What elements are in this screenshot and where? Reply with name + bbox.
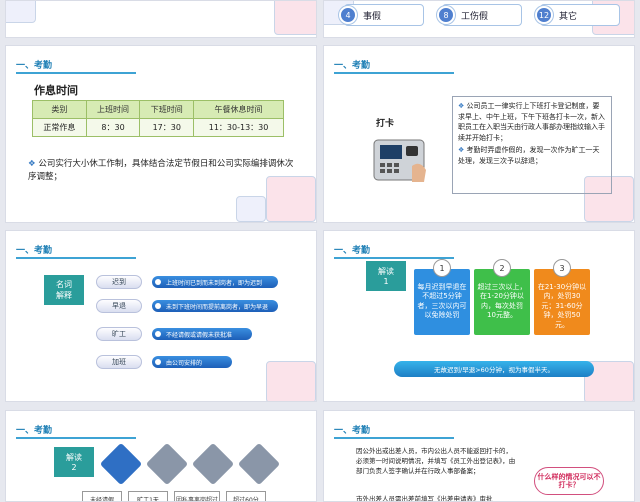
step-diamond bbox=[191, 442, 235, 486]
slide-work-hours[interactable]: 一、考勤 作息时间 类别 上班时间 下班时间 午餐休息时间 正常作息 8：30 … bbox=[5, 45, 317, 223]
step-box: 超过60分 bbox=[226, 491, 266, 501]
number-badge: 4 bbox=[339, 6, 357, 24]
decor-tile bbox=[236, 196, 266, 222]
term-desc-overtime: 由公司安排的 bbox=[152, 356, 232, 368]
slide-top-left[interactable] bbox=[5, 0, 317, 38]
table-header: 午餐休息时间 bbox=[193, 100, 284, 119]
term-overtime[interactable]: 加班 bbox=[96, 355, 142, 369]
category-item-other[interactable]: 12 其它 bbox=[535, 4, 620, 26]
punch-rules-box: 公司员工一律实行上下班打卡登记制度，要求早上、中午上班，下午下班各打卡一次，新入… bbox=[452, 96, 612, 194]
rule-bullet: 公司员工一律实行上下班打卡登记制度，要求早上、中午上班，下午下班各打卡一次，新入… bbox=[458, 101, 606, 143]
section-underline bbox=[16, 437, 136, 439]
interpretation-label-line: 解读 bbox=[66, 453, 82, 462]
trip-paragraph: 因公外出或出差人员，市内公出人员不能返回打卡的，必须第一时间说明情况，并填写《员… bbox=[356, 447, 516, 475]
slide-top-right[interactable]: 4 事假 8 工伤假 12 其它 bbox=[323, 0, 635, 38]
policy-bullet: 公司实行大小休工作制，具体结合法定节假日和公司实际编排调休次序调整； bbox=[28, 158, 298, 184]
table-row: 正常作息 8：30 17：30 11：30-13：30 bbox=[32, 118, 284, 137]
step-box: 未经请假 bbox=[82, 491, 122, 501]
table-header: 上班时间 bbox=[85, 100, 141, 119]
interpretation-label-line: 解读 bbox=[378, 267, 394, 276]
step-diamond bbox=[145, 442, 189, 486]
term-explanation-label: 名词 解释 bbox=[44, 275, 84, 305]
slide-interpretation-1[interactable]: 一、考勤 解读 1 每月迟到早退在不超过5分钟者，三次以内可以免除处罚 超过三次… bbox=[323, 230, 635, 402]
section-underline bbox=[16, 257, 136, 259]
question-cloud: 什么样的情况可以不打卡？ bbox=[534, 467, 604, 495]
table-cell: 正常作息 bbox=[32, 118, 87, 137]
table-cell: 11：30-13：30 bbox=[193, 118, 284, 137]
slide-business-trip[interactable]: 一、考勤 因公外出或出差人员，市内公出人员不能返回打卡的，必须第一时间说明情况，… bbox=[323, 410, 635, 502]
section-title: 一、考勤 bbox=[334, 246, 371, 256]
rule-card-3: 在21-30分钟以内，处罚30元；31-60分钟，处罚50元。 bbox=[534, 269, 590, 335]
term-desc-late: 上班时间已到而未到岗者，即为迟到 bbox=[152, 276, 278, 288]
punch-label: 打卡 bbox=[376, 119, 395, 129]
term-label-line: 名词 bbox=[56, 280, 72, 289]
rule-footer-banner: 无故迟到/早退>60分钟，视为事假半天。 bbox=[394, 361, 594, 377]
schedule-table: 类别 上班时间 下班时间 午餐休息时间 正常作息 8：30 17：30 11：3… bbox=[32, 100, 284, 137]
schedule-heading: 作息时间 bbox=[34, 84, 78, 97]
rule-number-2: 2 bbox=[493, 259, 511, 277]
interpretation-label: 解读 2 bbox=[54, 447, 94, 477]
interpretation-label-line: 2 bbox=[71, 463, 77, 472]
rule-number-1: 1 bbox=[433, 259, 451, 277]
step-diamond bbox=[237, 442, 281, 486]
term-label-line: 解释 bbox=[56, 291, 72, 300]
decor-tile bbox=[6, 1, 36, 23]
question-text: 什么样的情况可以不打卡？ bbox=[537, 472, 601, 489]
rule-card-1: 每月迟到早退在不超过5分钟者，三次以内可以免除处罚 bbox=[414, 269, 470, 335]
interpretation-label: 解读 1 bbox=[366, 261, 406, 291]
table-header: 类别 bbox=[32, 100, 87, 119]
step-box: 旷工1天 bbox=[128, 491, 168, 501]
section-underline bbox=[334, 437, 454, 439]
table-header-row: 类别 上班时间 下班时间 午餐休息时间 bbox=[32, 100, 284, 119]
table-header: 下班时间 bbox=[139, 100, 195, 119]
slide-interpretation-2[interactable]: 一、考勤 解读 2 未经请假 旷工1天 因私事离岗超过 超过60分 bbox=[5, 410, 317, 502]
category-item-sick-leave[interactable]: 4 事假 bbox=[339, 4, 424, 26]
fingerprint-device-icon bbox=[373, 139, 426, 182]
category-item-injury-leave[interactable]: 8 工伤假 bbox=[437, 4, 522, 26]
section-underline bbox=[16, 72, 136, 74]
trip-paragraph: 市外出差人员需出差前填写《出差申请表》审批 bbox=[356, 495, 493, 502]
rule-card-2: 超过三次以上，在1-20分钟以内，每次处罚10元整。 bbox=[474, 269, 530, 335]
term-early-leave[interactable]: 早退 bbox=[96, 299, 142, 313]
section-underline bbox=[334, 72, 454, 74]
section-title: 一、考勤 bbox=[16, 426, 53, 436]
rule-bullet: 考勤时弄虚作假的，发现一次作为旷工一天处理，发现三次予以辞退； bbox=[458, 145, 606, 166]
category-label: 事假 bbox=[363, 11, 382, 22]
step-box: 因私事离岗超过 bbox=[174, 491, 220, 501]
table-cell: 8：30 bbox=[85, 118, 141, 137]
section-underline bbox=[334, 257, 454, 259]
term-desc-absence: 不经请假或请假未获批准 bbox=[152, 328, 252, 340]
decor-tile bbox=[274, 1, 316, 35]
slide-term-definitions[interactable]: 一、考勤 名词 解释 迟到 早退 旷工 加班 上班时间已到而未到岗者，即为迟到 … bbox=[5, 230, 317, 402]
term-desc-early-leave: 未到下班时间而提前离岗者，即为早退 bbox=[152, 300, 278, 312]
number-badge: 12 bbox=[535, 6, 553, 24]
rule-number-3: 3 bbox=[553, 259, 571, 277]
term-absence[interactable]: 旷工 bbox=[96, 327, 142, 341]
slide-punch-card[interactable]: 一、考勤 打卡 公司员工一律实行上下班打卡登记制度，要求早上、中午上班，下午下班… bbox=[323, 45, 635, 223]
decor-tile bbox=[266, 361, 316, 401]
table-cell: 17：30 bbox=[139, 118, 195, 137]
rule-footer-text: 无故迟到/早退>60分钟，视为事假半天。 bbox=[434, 366, 554, 374]
section-title: 一、考勤 bbox=[16, 246, 53, 256]
interpretation-label-line: 1 bbox=[383, 277, 389, 286]
category-label: 工伤假 bbox=[461, 11, 489, 22]
term-late[interactable]: 迟到 bbox=[96, 275, 142, 289]
category-label: 其它 bbox=[559, 11, 578, 22]
section-title: 一、考勤 bbox=[16, 61, 53, 71]
number-badge: 8 bbox=[437, 6, 455, 24]
step-diamond bbox=[99, 442, 143, 486]
section-title: 一、考勤 bbox=[334, 426, 371, 436]
section-title: 一、考勤 bbox=[334, 61, 371, 71]
